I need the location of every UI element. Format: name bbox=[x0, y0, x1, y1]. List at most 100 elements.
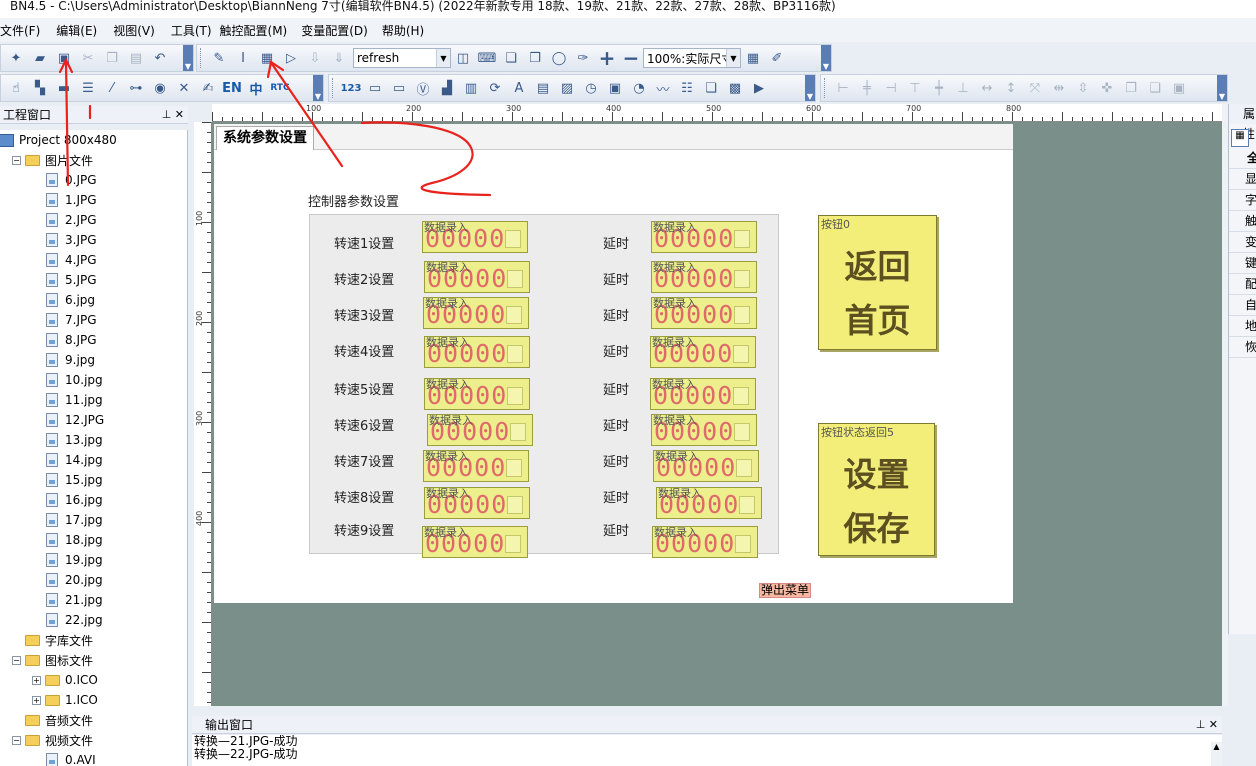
delay-input[interactable]: 00000 数据录入 bbox=[650, 336, 756, 368]
menu-file[interactable]: 文件(F) bbox=[0, 22, 48, 39]
speed-input[interactable]: 00000 数据录入 bbox=[423, 297, 529, 329]
grid-tool-icon[interactable]: ▦ bbox=[256, 47, 278, 69]
download-icon[interactable]: ⇓ bbox=[328, 47, 350, 69]
property-row[interactable]: 触 bbox=[1229, 211, 1256, 232]
tree-file-item[interactable]: 11.jpg bbox=[46, 390, 103, 410]
wrench-icon[interactable]: ✎ bbox=[208, 47, 230, 69]
tree-file-item[interactable]: 19.jpg bbox=[46, 550, 103, 570]
copy-icon[interactable]: ❐ bbox=[101, 47, 123, 69]
categorized-icon[interactable]: ▦ bbox=[1231, 129, 1249, 147]
circle-icon[interactable]: ◉ bbox=[149, 77, 171, 99]
menu-edit[interactable]: 编辑(E) bbox=[56, 22, 105, 39]
zoom-icon[interactable]: ◯ bbox=[548, 47, 570, 69]
delay-input[interactable]: 00000 数据录入 bbox=[651, 297, 757, 329]
align-right-icon[interactable]: ⊣ bbox=[880, 77, 902, 99]
english-icon[interactable]: EN bbox=[221, 77, 243, 99]
calculator-icon[interactable]: ▦ bbox=[742, 47, 764, 69]
speed-input[interactable]: 00000 数据录入 bbox=[422, 526, 528, 558]
table-icon[interactable]: ▤ bbox=[532, 77, 554, 99]
variable-icon[interactable]: Ⓥ bbox=[412, 77, 434, 99]
keyboard-icon[interactable]: ⌨ bbox=[476, 47, 498, 69]
speed-input[interactable]: 00000 数据录入 bbox=[424, 378, 530, 410]
video-icon[interactable]: ▶ bbox=[748, 77, 770, 99]
delay-input[interactable]: 00000 数据录入 bbox=[650, 378, 756, 410]
delay-input[interactable]: 00000 数据录入 bbox=[651, 221, 757, 253]
chevron-down-icon[interactable]: ▼ bbox=[436, 49, 450, 67]
same-height-icon[interactable]: ↕ bbox=[1000, 77, 1022, 99]
menu-help[interactable]: 帮助(H) bbox=[382, 22, 432, 39]
pin-close-icons[interactable]: ⊥ ✕ bbox=[162, 106, 184, 124]
tree-file-item[interactable]: 2.JPG bbox=[46, 210, 97, 230]
expand-toggle-icon[interactable]: + bbox=[32, 675, 41, 685]
window2-icon[interactable]: ❐ bbox=[524, 47, 546, 69]
tree-file-item[interactable]: 17.jpg bbox=[46, 510, 103, 530]
image-icon[interactable]: ▨ bbox=[556, 77, 578, 99]
expand-toggle-icon[interactable]: − bbox=[12, 655, 21, 665]
group-icon[interactable]: ▣ bbox=[1168, 77, 1190, 99]
line-icon[interactable]: ⁄ bbox=[101, 77, 123, 99]
tree-file-item[interactable]: 20.jpg bbox=[46, 570, 103, 590]
property-row[interactable]: 配 bbox=[1229, 274, 1256, 295]
slider-icon[interactable]: ⊶ bbox=[125, 77, 147, 99]
property-row[interactable]: 自 bbox=[1229, 295, 1256, 316]
command-combo[interactable]: refresh ▼ bbox=[353, 48, 451, 68]
space-v-icon[interactable]: ⇳ bbox=[1072, 77, 1094, 99]
refresh-icon[interactable]: ⟳ bbox=[484, 77, 506, 99]
align-middle-icon[interactable]: ┿ bbox=[928, 77, 950, 99]
tree-file-item[interactable]: 12.JPG bbox=[46, 410, 104, 430]
tree-file-item[interactable]: 1.JPG bbox=[46, 190, 97, 210]
splitter[interactable] bbox=[1222, 104, 1228, 706]
wave-icon[interactable]: 〰 bbox=[652, 77, 674, 99]
tree-file-item[interactable]: 0.JPG bbox=[46, 170, 97, 190]
tree-file-item[interactable]: 15.jpg bbox=[46, 470, 103, 490]
tree-icon-item[interactable]: +0.ICO bbox=[32, 670, 98, 690]
property-row[interactable]: 地 bbox=[1229, 316, 1256, 337]
meter-icon[interactable]: ▣ bbox=[604, 77, 626, 99]
property-row[interactable]: 显 bbox=[1229, 169, 1256, 190]
property-row[interactable]: 字 bbox=[1229, 190, 1256, 211]
tree-file-item[interactable]: 16.jpg bbox=[46, 490, 103, 510]
expand-toggle-icon[interactable]: − bbox=[12, 155, 21, 165]
tree-file-item[interactable]: 7.JPG bbox=[46, 310, 97, 330]
pin-close-icons[interactable]: ⊥ ✕ bbox=[1196, 716, 1218, 734]
number-widget-icon[interactable]: 123 bbox=[340, 77, 362, 99]
property-row[interactable]: 变 bbox=[1229, 232, 1256, 253]
text-tool-icon[interactable]: Ⅰ bbox=[232, 47, 254, 69]
property-row[interactable]: 全 bbox=[1229, 148, 1256, 169]
toolbar-grip[interactable] bbox=[200, 48, 204, 68]
chevron-down-icon[interactable]: ▼ bbox=[726, 49, 740, 67]
save-settings-button[interactable]: 按钮状态返回5 设置 保存 bbox=[818, 423, 935, 556]
tree-file-item[interactable]: 10.jpg bbox=[46, 370, 103, 390]
tree-file-item[interactable]: 22.jpg bbox=[46, 610, 103, 630]
chinese-icon[interactable]: 中 bbox=[245, 77, 267, 99]
tools-icon[interactable]: ✕ bbox=[173, 77, 195, 99]
list-icon[interactable]: ☰ bbox=[77, 77, 99, 99]
center-icon[interactable]: ✜ bbox=[1096, 77, 1118, 99]
speed-input[interactable]: 00000 数据录入 bbox=[424, 261, 530, 293]
delay-input[interactable]: 00000 数据录入 bbox=[652, 526, 758, 558]
tree-file-item[interactable]: 21.jpg bbox=[46, 590, 103, 610]
same-width-icon[interactable]: ↔ bbox=[976, 77, 998, 99]
font-icon[interactable]: A bbox=[508, 77, 530, 99]
import-icon[interactable]: ⇩ bbox=[304, 47, 326, 69]
delay-input[interactable]: 00000 数据录入 bbox=[653, 450, 759, 482]
toolbar-overflow-icon[interactable]: ▼ bbox=[821, 45, 831, 71]
chart-icon[interactable]: ▟ bbox=[436, 77, 458, 99]
undo-icon[interactable]: ↶ bbox=[149, 47, 171, 69]
minus-icon[interactable]: − bbox=[620, 46, 642, 70]
output-scrollbar[interactable]: ▲ bbox=[1211, 742, 1222, 766]
plus-icon[interactable]: + bbox=[596, 46, 618, 70]
tree-file-item[interactable]: 0.AVI bbox=[46, 750, 96, 766]
tree-file-item[interactable]: 4.JPG bbox=[46, 250, 97, 270]
clock-icon[interactable]: ◷ bbox=[580, 77, 602, 99]
edit-icon[interactable]: ✍ bbox=[197, 77, 219, 99]
home-button[interactable]: 按钮0 返回 首页 bbox=[818, 215, 937, 350]
toolbar-grip[interactable] bbox=[824, 78, 828, 98]
tree-file-item[interactable]: 13.jpg bbox=[46, 430, 103, 450]
align-top-icon[interactable]: ⊤ bbox=[904, 77, 926, 99]
preview-icon[interactable]: ◫ bbox=[452, 47, 474, 69]
tree-folder-fonts[interactable]: 字库文件 bbox=[12, 630, 93, 650]
tree-folder-video[interactable]: − 视频文件 bbox=[12, 730, 93, 750]
delay-input[interactable]: 00000 数据录入 bbox=[656, 487, 762, 519]
tree-folder-images[interactable]: − 图片文件 bbox=[12, 150, 93, 170]
